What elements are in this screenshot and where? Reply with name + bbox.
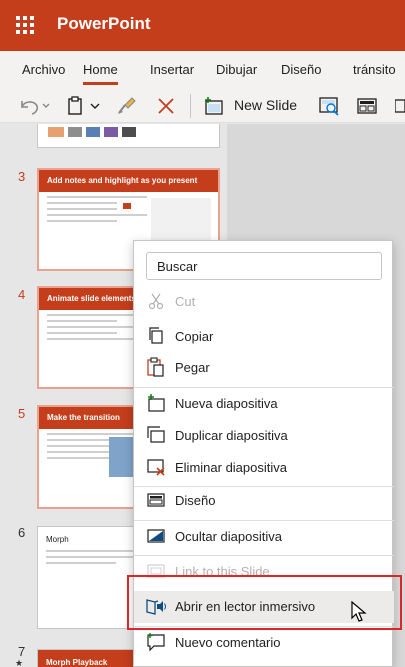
thumb-text — [47, 214, 147, 216]
thumb-text — [47, 220, 117, 222]
thumb-text — [47, 202, 117, 204]
menu-item-label: Ocultar diapositiva — [175, 529, 282, 544]
layout-icon — [146, 490, 166, 510]
menu-item-label: Cut — [175, 294, 196, 309]
new-slide-icon — [146, 393, 166, 413]
menu-item-label: Duplicar diapositiva — [175, 428, 288, 443]
delete-slide-icon — [146, 457, 166, 477]
slide-thumbnail-2[interactable] — [37, 124, 220, 148]
menu-item-paste[interactable]: Pegar — [134, 352, 394, 384]
tab-insertar[interactable]: Insertar — [150, 62, 194, 77]
menu-item-hide-slide[interactable]: Ocultar diapositiva — [134, 521, 394, 553]
hide-slide-icon — [146, 526, 166, 546]
thumb-image — [122, 127, 136, 137]
title-bar: PowerPoint — [0, 0, 405, 51]
slide-number: 7 — [18, 644, 26, 659]
app-title[interactable]: PowerPoint — [57, 14, 151, 34]
menu-item-duplicate-slide[interactable]: Duplicar diapositiva — [134, 420, 394, 452]
thumb-text — [46, 556, 146, 558]
slide-number: 3 — [18, 169, 26, 184]
clipboard-icon[interactable] — [66, 95, 102, 117]
menu-item-label: Copiar — [175, 329, 214, 344]
thumb-text — [46, 562, 116, 564]
thumb-text — [47, 326, 147, 328]
toolbar-divider — [190, 94, 191, 118]
thumb-image — [48, 127, 64, 137]
toolbar: New Slide — [0, 89, 405, 123]
app-launcher-icon[interactable] — [16, 16, 34, 34]
thumb-text — [47, 332, 117, 334]
menu-item-delete-slide[interactable]: Eliminar diapositiva — [134, 452, 394, 484]
slide-number: 6 — [18, 525, 26, 540]
search-input[interactable]: Buscar — [146, 252, 382, 280]
thumb-text — [47, 433, 147, 435]
delete-icon[interactable] — [155, 95, 177, 117]
mouse-cursor-icon — [351, 600, 367, 628]
menu-item-label: Nuevo comentario — [175, 635, 281, 650]
layout-icon[interactable] — [356, 95, 378, 117]
menu-item-copy[interactable]: Copiar — [134, 321, 394, 353]
thumb-text — [47, 445, 117, 447]
slide-number: 5 — [18, 406, 26, 421]
new-slide-icon[interactable] — [203, 95, 225, 117]
tab-diseno[interactable]: Diseño — [281, 62, 321, 77]
thumb-image — [86, 127, 100, 137]
menu-item-new-slide[interactable]: Nueva diapositiva — [134, 388, 394, 420]
thumb-text — [47, 314, 147, 316]
tab-home[interactable]: Home — [83, 62, 118, 85]
tab-archivo[interactable]: Archivo — [22, 62, 65, 77]
format-painter-icon[interactable] — [115, 95, 137, 117]
paste-icon — [146, 357, 166, 377]
more-icon[interactable] — [395, 95, 405, 117]
thumb-text — [46, 550, 146, 552]
tab-transito[interactable]: tránsito — [353, 62, 396, 77]
menu-item-label: Eliminar diapositiva — [175, 460, 287, 475]
undo-icon[interactable] — [16, 95, 50, 117]
menu-item-cut[interactable]: Cut — [134, 286, 394, 318]
reuse-slides-icon[interactable] — [318, 95, 340, 117]
copy-icon — [146, 326, 166, 346]
menu-item-label: Nueva diapositiva — [175, 396, 278, 411]
thumb-image — [123, 203, 131, 209]
thumb-text — [47, 208, 117, 210]
animation-star-icon: ★ — [15, 658, 24, 667]
menu-item-new-comment[interactable]: Nuevo comentario — [134, 627, 394, 659]
slide-number: 4 — [18, 287, 26, 302]
menu-item-layout[interactable]: Diseño — [134, 485, 394, 517]
thumb-image — [151, 198, 211, 240]
menu-item-label: Pegar — [175, 360, 210, 375]
duplicate-slide-icon — [146, 425, 166, 445]
ribbon-tabs: Archivo Home Insertar Dibujar Diseño trá… — [0, 51, 405, 89]
comment-icon — [146, 632, 166, 652]
thumb-text — [47, 457, 117, 459]
tab-dibujar[interactable]: Dibujar — [216, 62, 257, 77]
scissors-icon — [146, 291, 166, 311]
thumb-image — [104, 127, 118, 137]
menu-item-label: Diseño — [175, 493, 216, 508]
thumb-text — [47, 338, 147, 340]
thumb-text — [47, 196, 147, 198]
thumb-text — [47, 320, 117, 322]
new-slide-button[interactable]: New Slide — [234, 97, 297, 113]
slide-title: Add notes and highlight as you present — [39, 170, 218, 192]
thumb-image — [109, 437, 135, 477]
thumb-text — [47, 439, 117, 441]
thumb-image — [68, 127, 82, 137]
